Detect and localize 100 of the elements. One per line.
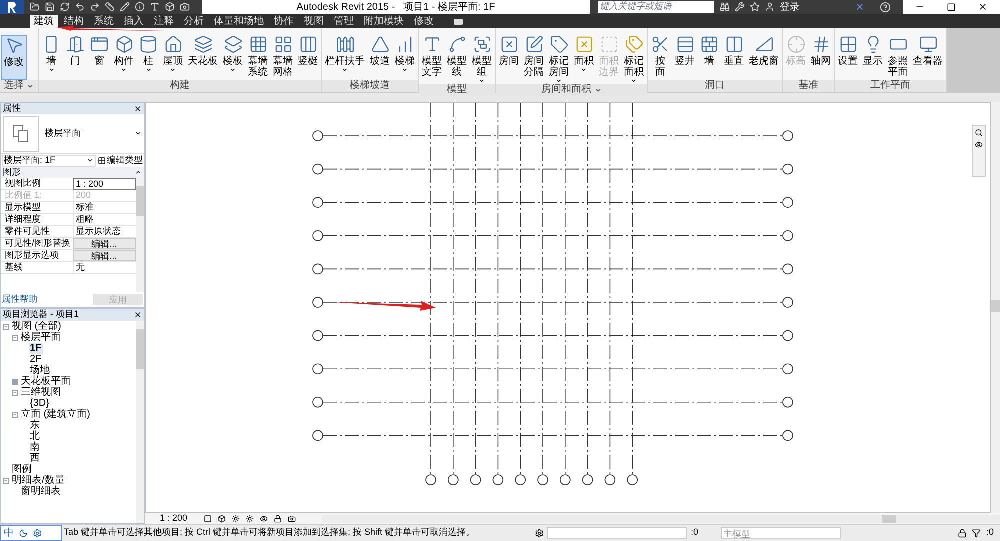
navigation-bar[interactable] [972,125,986,177]
ribbon-tool[interactable]: 楼板 [221,35,245,80]
type-selector[interactable]: 楼层平面 [1,114,144,154]
ribbon-tool[interactable]: 天花板 [186,35,220,80]
cube-icon[interactable] [218,514,226,522]
ribbon-tool[interactable]: 门 [64,35,87,80]
scrollbar[interactable] [136,321,144,523]
ribbon-tab[interactable]: 分析 [180,15,208,28]
edit-button[interactable]: 编辑... [73,250,136,261]
ribbon-tool[interactable]: 轴网 [809,35,833,80]
ribbon-tool[interactable]: 墙 [40,35,63,80]
ruler-icon[interactable] [105,2,115,12]
maximize-icon[interactable] [947,2,956,12]
panel-label[interactable]: 模型 [419,84,495,96]
sun-icon[interactable] [246,514,254,522]
search-field[interactable]: 键入关键字或短语 [598,1,714,13]
ribbon-tool[interactable]: 模型 组 [470,35,494,84]
help-link[interactable]: 属性帮助 [2,292,38,306]
ribbon-tab[interactable]: 结构 [60,15,88,28]
ribbon-tool[interactable]: 幕墙 系统 [246,35,270,80]
collapse-icon[interactable] [135,169,142,176]
tree-item[interactable]: 三维视图 [20,387,62,398]
panel-label[interactable]: 基准 [783,80,834,92]
open-folder-icon[interactable] [30,2,40,12]
tree-item[interactable]: 1F [29,343,43,354]
panel-label[interactable]: 房间和面积 [496,84,647,96]
ribbon-tab[interactable]: 修改 [410,15,438,28]
close-icon[interactable] [978,2,988,12]
ribbon-tab[interactable]: 视图 [300,15,328,28]
sync-icon[interactable] [60,2,70,12]
scrollbar[interactable] [322,514,1000,522]
settings-icon[interactable] [33,528,42,538]
ribbon-tab[interactable]: 系统 [90,15,118,28]
pencil-icon[interactable] [120,2,130,12]
scrollbar[interactable] [136,178,144,292]
ribbon-tool[interactable]: 房间 [497,35,521,84]
app-logo-icon[interactable] [0,0,24,14]
ribbon-tab[interactable]: 建筑 [30,15,58,28]
wrench-icon[interactable] [735,2,745,12]
collapse-toggle[interactable] [12,390,18,396]
ribbon-tool[interactable]: 老虎窗 [747,35,781,80]
ribbon-tab[interactable]: 注释 [150,15,178,28]
filter-icon[interactable] [972,528,982,538]
sun-icon[interactable] [232,514,240,522]
ribbon-tab[interactable]: 协作 [270,15,298,28]
square-icon[interactable] [204,514,212,522]
ribbon-tool[interactable]: 构件 [112,35,136,80]
ribbon-tool[interactable]: 按 面 [649,35,672,80]
ribbon-tab[interactable]: 附加模块 [360,15,408,28]
tree-item[interactable]: 立面 (建筑立面) [20,409,92,420]
ribbon-tool[interactable]: 查看器 [911,35,945,80]
edit-button[interactable]: 编辑... [73,238,136,249]
lock-icon[interactable] [274,514,282,522]
tree-item[interactable]: 场地 [29,365,51,376]
login-link[interactable]: 登录 [780,0,800,14]
tree-item[interactable]: 北 [29,431,41,442]
ribbon-tool[interactable]: 面积 [572,35,596,84]
ime-toolbar[interactable]: 中 [0,525,62,541]
ribbon-tool[interactable]: 模型 线 [445,35,469,84]
tree-item[interactable]: 明细表/数量 [11,475,66,486]
ribbon-tool[interactable]: 标记 房间 [547,35,571,84]
tree-item[interactable]: 楼层平面 [20,332,62,343]
exchange-icon[interactable] [855,2,865,12]
ribbon-tool[interactable]: 设置 [836,35,860,80]
tree-item[interactable]: 窗明细表 [20,486,62,497]
tree-item[interactable]: {3D} [29,398,50,409]
ribbon-tool[interactable]: 窗 [88,35,111,80]
ribbon-tool[interactable]: 标记 面积 [622,35,646,84]
close-icon[interactable] [134,311,142,319]
ribbon-tab[interactable]: 插入 [120,15,148,28]
ribbon-tool[interactable]: 房间 分隔 [522,35,546,84]
moon-icon[interactable] [19,528,28,538]
lock-icon[interactable] [958,528,968,538]
eye-icon[interactable] [260,514,268,522]
ribbon-tab[interactable]: 体量和场地 [210,15,268,28]
ribbon-tool[interactable]: 显示 [861,35,885,80]
scrollbar[interactable] [991,102,1000,513]
ribbon-tool[interactable]: 坡道 [368,35,392,80]
ribbon-tool[interactable]: 幕墙 网格 [271,35,295,80]
tree-item[interactable]: 2F [29,354,43,365]
collapse-toggle[interactable] [12,334,18,340]
tree-item[interactable]: 西 [29,453,41,464]
ribbon-tool[interactable]: 楼梯 [393,35,417,80]
tree-item[interactable]: 南 [29,442,41,453]
collapse-toggle[interactable] [3,478,9,484]
view-scale[interactable]: 1 : 200 [160,512,188,526]
panel-label[interactable]: 楼梯坡道 [322,80,418,92]
binoculars-icon[interactable] [720,2,730,12]
instance-dropdown[interactable]: 楼层平面: 1F [2,154,96,166]
expand-toggle[interactable] [12,378,18,384]
workset-field[interactable] [547,527,688,539]
ribbon-tool[interactable]: 栏杆扶手 [323,35,367,80]
save-icon[interactable] [45,2,55,12]
tree-item[interactable]: 图例 [11,464,33,475]
collapse-toggle[interactable] [3,324,9,330]
panel-label[interactable]: 选择 [0,80,38,92]
panel-label[interactable]: 洞口 [648,80,782,92]
star-icon[interactable] [750,2,760,12]
edit-type-button[interactable]: 编辑类型 [98,154,143,168]
ribbon-tool[interactable]: 竖井 [673,35,697,80]
